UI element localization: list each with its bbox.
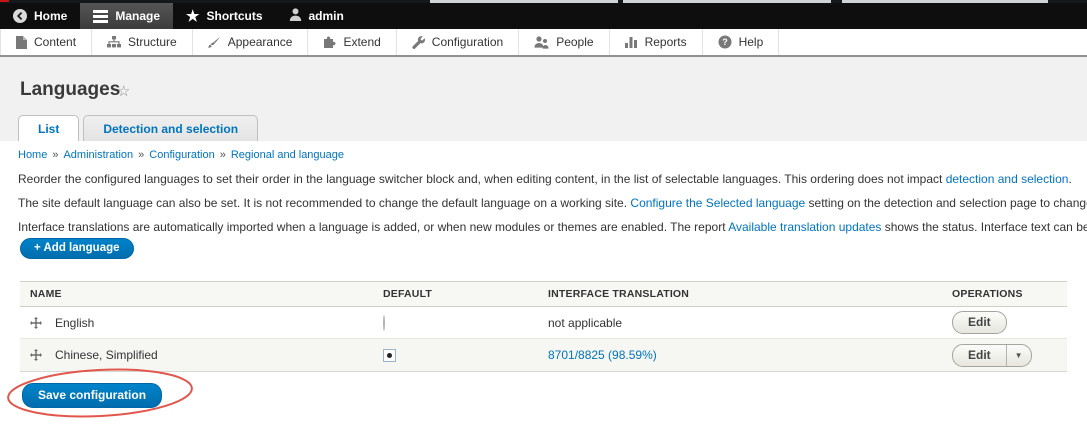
default-radio-english[interactable] bbox=[383, 314, 385, 331]
favorite-star-icon[interactable]: ☆ bbox=[117, 82, 130, 100]
breadcrumb: Home » Administration » Configuration » Region… bbox=[18, 149, 344, 161]
breadcrumb-separator: » bbox=[52, 149, 59, 161]
toolbar-item-label: Manage bbox=[115, 9, 161, 23]
paragraph-text: Interface translations are automatically… bbox=[18, 220, 729, 234]
detection-and-selection-link[interactable]: detection and selection bbox=[946, 172, 1069, 186]
paragraph-text: shows the status. Interface text can be … bbox=[884, 220, 1087, 234]
menu-item-label: Content bbox=[34, 35, 77, 49]
paragraph-text: Reorder the configured languages to set … bbox=[18, 172, 946, 186]
default-radio-chinese[interactable] bbox=[383, 348, 396, 362]
edit-button-english[interactable]: Edit bbox=[952, 311, 1007, 334]
language-name: English bbox=[55, 315, 95, 330]
paintbrush-icon bbox=[207, 36, 221, 49]
document-icon bbox=[16, 35, 27, 49]
barchart-icon bbox=[624, 36, 638, 49]
menu-item-label: Appearance bbox=[227, 35, 293, 49]
table-header-row: NAME DEFAULT INTERFACE TRANSLATION OPERA… bbox=[20, 281, 1067, 307]
intro-paragraph-default-language: The site default language can also be se… bbox=[18, 196, 1087, 210]
menu-item-label: Reports bbox=[644, 35, 687, 49]
paragraph-text: . bbox=[1068, 172, 1072, 186]
menu-item-help[interactable]: ? Help bbox=[703, 29, 780, 55]
page-header: Languages ☆ List Detection and selection bbox=[0, 57, 1087, 141]
edit-button-label: Edit bbox=[968, 315, 991, 329]
intro-paragraph-translations: Interface translations are automatically… bbox=[18, 220, 1087, 234]
menu-item-content[interactable]: Content bbox=[0, 29, 93, 55]
add-language-button[interactable]: + Add language bbox=[20, 238, 134, 259]
drag-handle-icon[interactable] bbox=[30, 349, 42, 361]
column-header-operations: OPERATIONS bbox=[952, 288, 1023, 300]
toolbar-item-home[interactable]: Home bbox=[0, 3, 80, 29]
tab-detection-and-selection[interactable]: Detection and selection bbox=[83, 115, 259, 141]
column-header-default: DEFAULT bbox=[383, 288, 433, 300]
star-icon: ★ bbox=[186, 7, 200, 25]
red-corner-mark bbox=[0, 0, 9, 2]
menu-item-label: Configuration bbox=[431, 35, 504, 49]
menu-item-label: People bbox=[556, 35, 594, 49]
dropdown-caret-icon[interactable]: ▼ bbox=[1005, 344, 1031, 366]
configure-selected-language-link[interactable]: Configure the Selected language bbox=[630, 196, 805, 210]
admin-menu-bar: Content Structure Appearance Extend Conf… bbox=[0, 29, 1087, 57]
admin-toolbar: Home Manage ★ Shortcuts admin bbox=[0, 3, 1087, 29]
menu-item-appearance[interactable]: Appearance bbox=[193, 29, 309, 55]
sitemap-icon bbox=[107, 35, 122, 49]
edit-split-button-chinese: Edit ▼ bbox=[952, 343, 1032, 367]
help-icon: ? bbox=[718, 35, 732, 49]
drag-handle-icon[interactable] bbox=[30, 316, 42, 329]
breadcrumb-link-configuration[interactable]: Configuration bbox=[149, 149, 214, 161]
toolbar-item-admin[interactable]: admin bbox=[276, 3, 357, 29]
translation-status: not applicable bbox=[548, 315, 623, 330]
intro-paragraph-ordering: Reorder the configured languages to set … bbox=[18, 172, 1087, 186]
back-circle-icon bbox=[13, 9, 27, 23]
toolbar-item-manage[interactable]: Manage bbox=[80, 3, 174, 29]
menu-item-label: Help bbox=[738, 35, 764, 49]
breadcrumb-link-regional-and-language[interactable]: Regional and language bbox=[231, 149, 344, 161]
table-row-chinese-simplified: Chinese, Simplified 8701/8825 (98.59%) E… bbox=[20, 339, 1067, 372]
edit-button-label[interactable]: Edit bbox=[953, 345, 1006, 366]
table-row-english: English not applicable Edit bbox=[20, 307, 1067, 339]
tab-list[interactable]: List bbox=[18, 115, 80, 141]
toolbar-item-label: Home bbox=[34, 9, 68, 23]
user-icon bbox=[289, 7, 302, 25]
save-configuration-button[interactable]: Save configuration bbox=[22, 383, 163, 408]
toolbar-item-shortcuts[interactable]: ★ Shortcuts bbox=[173, 3, 275, 29]
toolbar-item-label: Shortcuts bbox=[206, 9, 263, 23]
breadcrumb-link-home[interactable]: Home bbox=[18, 149, 47, 161]
available-translation-updates-link[interactable]: Available translation updates bbox=[728, 220, 881, 234]
languages-table: NAME DEFAULT INTERFACE TRANSLATION OPERA… bbox=[20, 281, 1067, 372]
breadcrumb-separator: » bbox=[219, 149, 226, 161]
language-name: Chinese, Simplified bbox=[55, 348, 158, 362]
paragraph-text: The site default language can also be se… bbox=[18, 196, 631, 210]
puzzle-icon bbox=[323, 36, 336, 49]
people-icon bbox=[534, 35, 549, 49]
menu-item-people[interactable]: People bbox=[519, 29, 610, 55]
menu-item-extend[interactable]: Extend bbox=[308, 29, 397, 55]
toolbar-item-label: admin bbox=[308, 9, 344, 23]
primary-tabs: List Detection and selection bbox=[18, 115, 259, 141]
translation-status-link[interactable]: 8701/8825 (98.59%) bbox=[548, 348, 657, 362]
paragraph-text: setting on the detection and selection p… bbox=[808, 196, 1087, 210]
menu-item-label: Extend bbox=[343, 35, 381, 49]
hamburger-icon bbox=[93, 9, 109, 23]
column-header-name: NAME bbox=[30, 288, 62, 300]
svg-text:?: ? bbox=[722, 37, 728, 47]
menu-item-label: Structure bbox=[128, 35, 177, 49]
menu-item-structure[interactable]: Structure bbox=[92, 29, 193, 55]
breadcrumb-separator: » bbox=[138, 149, 145, 161]
column-header-interface-translation: INTERFACE TRANSLATION bbox=[548, 288, 690, 300]
menu-item-reports[interactable]: Reports bbox=[610, 29, 703, 55]
wrench-icon bbox=[412, 35, 425, 49]
breadcrumb-link-administration[interactable]: Administration bbox=[63, 149, 133, 161]
page-title: Languages bbox=[20, 79, 121, 100]
menu-item-configuration[interactable]: Configuration bbox=[397, 29, 520, 55]
drupal-languages-page: Home Manage ★ Shortcuts admin Content St… bbox=[0, 0, 1087, 431]
